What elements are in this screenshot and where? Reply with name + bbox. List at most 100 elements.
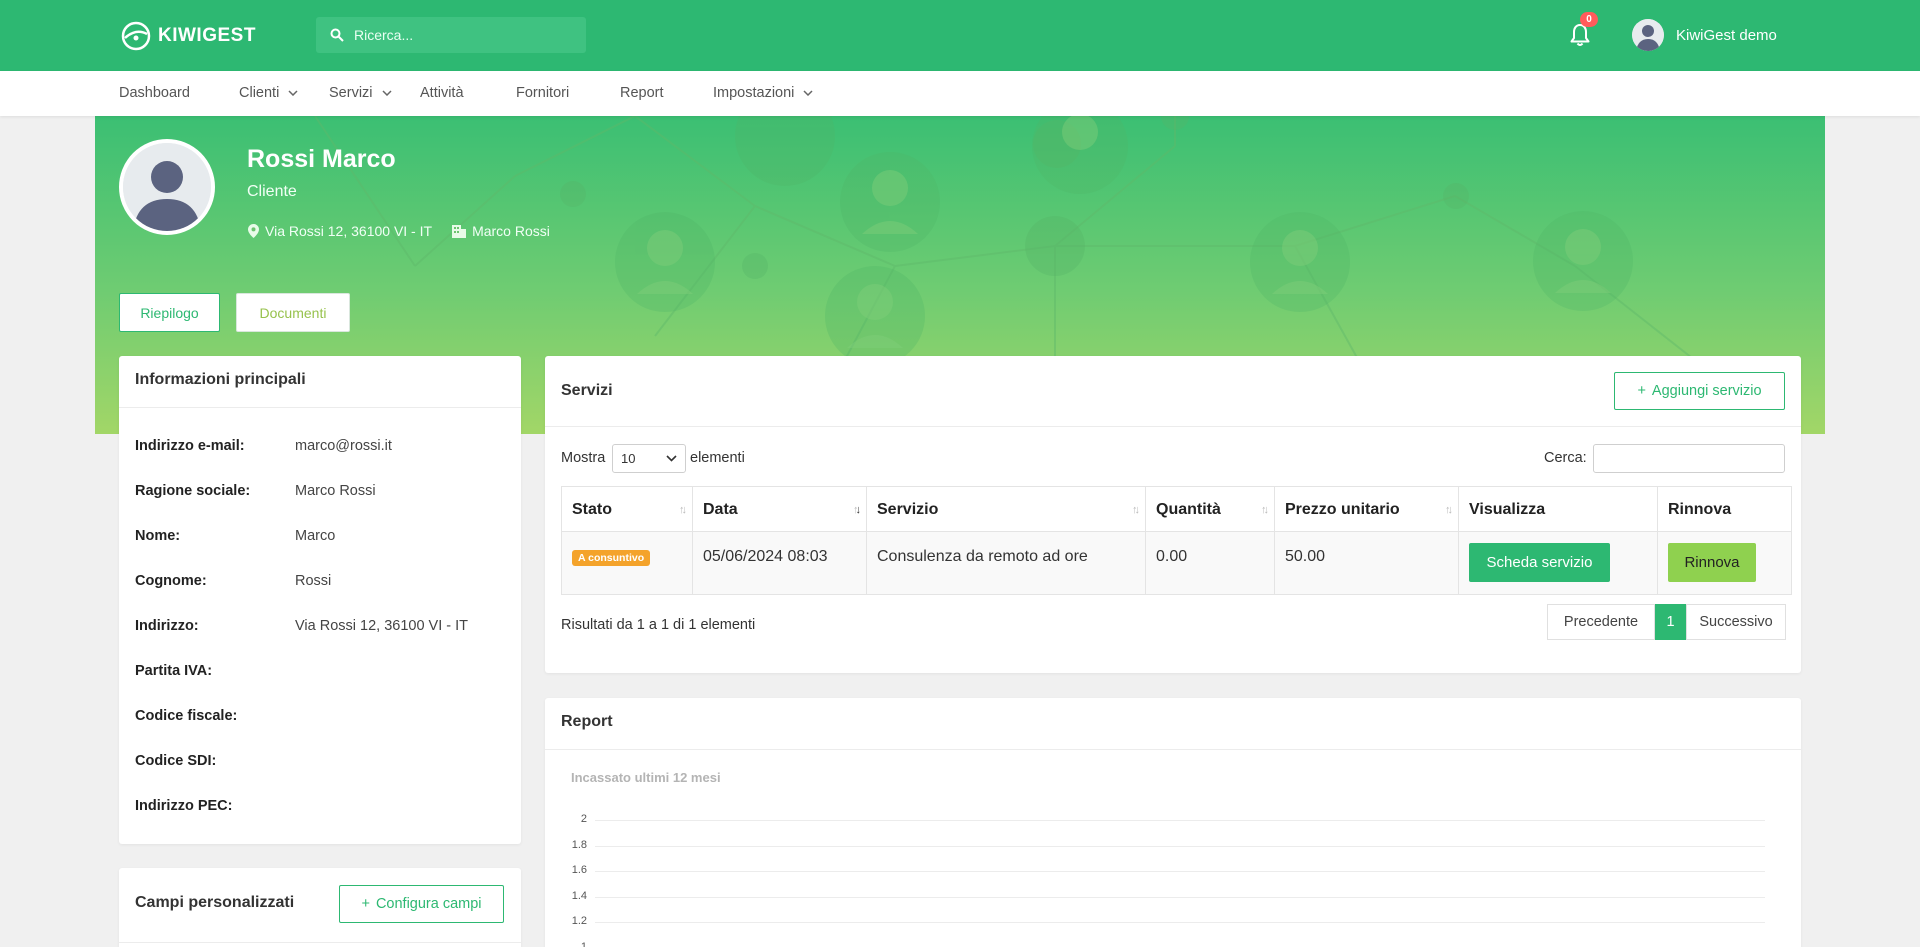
profile-avatar	[119, 139, 215, 235]
info-label: Partita IVA:	[135, 663, 213, 679]
page-size-value: 10	[621, 451, 636, 466]
info-label: Nome:	[135, 528, 181, 544]
plus-icon: +	[1637, 383, 1646, 399]
nav-label: Impostazioni	[713, 85, 795, 101]
profile-name: Rossi Marco	[247, 145, 396, 173]
logo-text: KIWIGEST	[158, 25, 256, 46]
tab-riepilogo[interactable]: Riepilogo	[119, 293, 220, 332]
column-header-prezzo[interactable]: Prezzo unitario ↑↓	[1274, 486, 1459, 532]
info-value: marco@rossi.it	[295, 438, 392, 454]
divider	[545, 426, 1801, 427]
chart-gridline	[595, 896, 1765, 898]
tab-documenti[interactable]: Documenti	[236, 293, 350, 332]
table-cell-price: 50.00	[1274, 531, 1459, 595]
nav-item-servizi[interactable]: Servizi	[329, 85, 392, 101]
status-badge: A consuntivo	[572, 550, 651, 566]
report-card: Report Incassato ultimi 12 mesi 2 1.8 1.6 1…	[545, 698, 1801, 947]
pagination-next[interactable]: Successivo	[1686, 604, 1786, 640]
info-value: Marco	[295, 528, 336, 544]
y-tick-label: 1.8	[571, 838, 587, 851]
chart-gridline	[595, 845, 1765, 847]
map-marker-icon	[248, 224, 259, 238]
chevron-down-icon	[666, 455, 677, 462]
info-label: Indirizzo:	[135, 618, 199, 634]
search-input[interactable]	[354, 27, 574, 43]
services-title: Servizi	[561, 382, 613, 399]
plus-icon: +	[361, 896, 370, 912]
app-logo[interactable]: KIWIGEST	[120, 20, 256, 52]
chart-gridline	[595, 922, 1765, 924]
table-search-label: Cerca:	[1544, 450, 1587, 466]
nav-item-clienti[interactable]: Clienti	[239, 85, 298, 101]
table-cell-view: Scheda servizio	[1458, 531, 1658, 595]
chart-gridline	[595, 871, 1765, 873]
pagination-page-1[interactable]: 1	[1655, 604, 1686, 640]
main-nav: Dashboard Clienti Servizi Attività Forni…	[0, 71, 1920, 116]
info-label: Cognome:	[135, 573, 207, 589]
column-header-label: Visualizza	[1469, 501, 1546, 518]
add-service-button[interactable]: + Aggiungi servizio	[1614, 372, 1785, 410]
y-tick-label: 1.4	[571, 889, 587, 902]
column-header-quantita[interactable]: Quantità ↑↓	[1145, 486, 1275, 532]
column-header-label: Data	[703, 501, 738, 518]
configure-fields-button[interactable]: + Configura campi	[339, 885, 504, 923]
add-service-label: Aggiungi servizio	[1651, 383, 1762, 399]
nav-item-dashboard[interactable]: Dashboard	[119, 85, 190, 101]
elements-label: elementi	[690, 450, 745, 466]
nav-label: Servizi	[329, 85, 373, 101]
info-label: Indirizzo e-mail:	[135, 438, 245, 454]
nav-item-attivita[interactable]: Attività	[420, 85, 464, 101]
user-menu[interactable]: KiwiGest demo	[1632, 19, 1777, 51]
global-search[interactable]	[316, 17, 586, 53]
column-header-visualizza: Visualizza	[1458, 486, 1658, 532]
pagination-prev[interactable]: Precedente	[1547, 604, 1655, 640]
report-title: Report	[561, 713, 613, 730]
column-header-label: Quantità	[1156, 501, 1221, 518]
column-header-stato[interactable]: Stato ↑↓	[561, 486, 693, 532]
table-cell-date: 05/06/2024 08:03	[692, 531, 867, 595]
table-search-input[interactable]	[1593, 444, 1785, 473]
column-header-label: Servizio	[877, 501, 939, 518]
info-label: Codice fiscale:	[135, 708, 238, 724]
results-info: Risultati da 1 a 1 di 1 elementi	[561, 617, 756, 633]
y-tick-label: 1	[580, 941, 587, 947]
divider	[545, 749, 1801, 750]
custom-fields-card: Campi personalizzati + Configura campi	[119, 868, 521, 947]
top-bar: KIWIGEST 0 KiwiGest demo	[0, 0, 1920, 71]
divider	[119, 942, 521, 943]
column-header-label: Rinnova	[1668, 501, 1732, 518]
sort-desc-icon: ↑↓	[853, 504, 861, 516]
nav-item-impostazioni[interactable]: Impostazioni	[713, 85, 813, 101]
notification-badge: 0	[1580, 12, 1598, 27]
column-header-servizio[interactable]: Servizio ↑↓	[866, 486, 1146, 532]
nav-label: Dashboard	[119, 85, 190, 101]
y-tick-label: 1.6	[571, 864, 587, 877]
avatar	[1632, 19, 1664, 51]
user-name: KiwiGest demo	[1676, 26, 1777, 44]
y-tick-label: 1.2	[571, 915, 587, 928]
profile-address: Via Rossi 12, 36100 VI - IT	[265, 223, 433, 239]
info-value: Marco Rossi	[295, 483, 376, 499]
profile-meta: Via Rossi 12, 36100 VI - IT Marco Rossi	[248, 223, 550, 239]
page-size-select[interactable]: 10	[612, 444, 686, 473]
nav-label: Report	[620, 85, 664, 101]
chevron-down-icon	[803, 90, 813, 96]
building-icon	[452, 224, 467, 238]
nav-label: Fornitori	[516, 85, 570, 101]
chevron-down-icon	[381, 90, 392, 96]
sort-icon: ↑↓	[1261, 504, 1269, 516]
user-avatar-icon	[123, 143, 211, 231]
profile-company: Marco Rossi	[472, 223, 550, 239]
nav-item-report[interactable]: Report	[620, 85, 664, 101]
info-label: Indirizzo PEC:	[135, 798, 233, 814]
table-cell-quantity: 0.00	[1145, 531, 1275, 595]
configure-fields-label: Configura campi	[375, 896, 482, 912]
sort-icon: ↑↓	[679, 504, 687, 516]
chart-title: Incassato ultimi 12 mesi	[571, 770, 721, 785]
renew-button[interactable]: Rinnova	[1668, 543, 1756, 582]
view-service-button[interactable]: Scheda servizio	[1469, 543, 1610, 582]
info-value: Rossi	[295, 573, 332, 589]
info-value: Via Rossi 12, 36100 VI - IT	[295, 618, 469, 634]
column-header-data[interactable]: Data ↑↓	[692, 486, 867, 532]
nav-item-fornitori[interactable]: Fornitori	[516, 85, 569, 101]
